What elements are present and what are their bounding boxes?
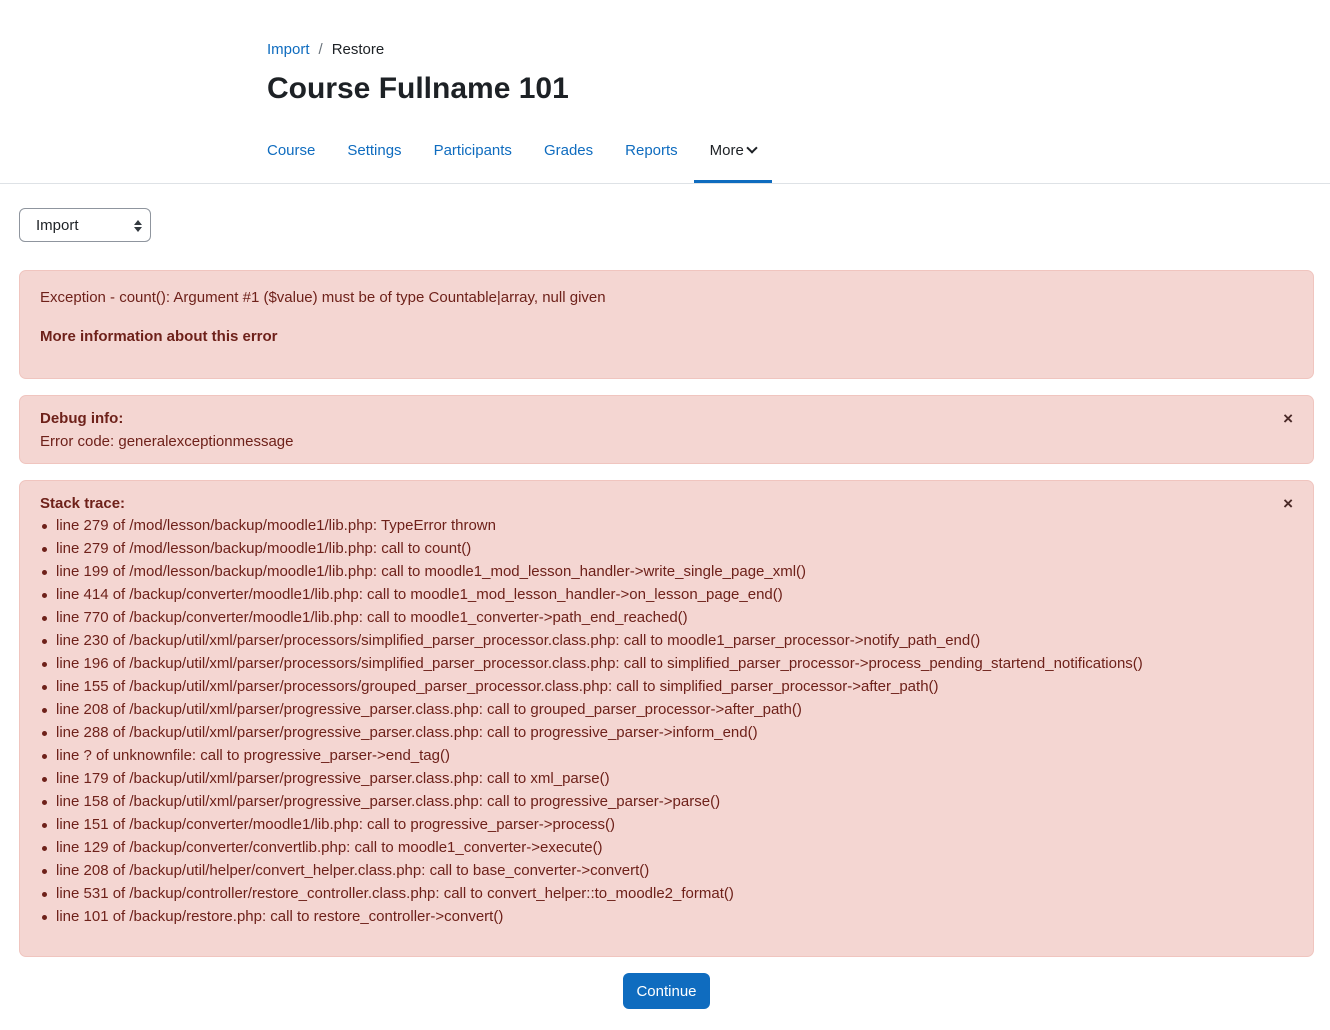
tab-grades[interactable]: Grades bbox=[528, 120, 609, 183]
bullet-icon bbox=[42, 754, 47, 759]
debug-info-alert: Debug info: Error code: generalexception… bbox=[19, 395, 1314, 464]
stack-trace-text: line 208 of /backup/util/xml/parser/prog… bbox=[56, 701, 802, 718]
stack-trace-line: line 208 of /backup/util/helper/convert_… bbox=[40, 861, 1143, 884]
close-icon[interactable]: × bbox=[1283, 495, 1293, 512]
backup-action-select[interactable]: Import bbox=[19, 208, 151, 242]
secondary-navigation: Course Settings Participants Grades Repo… bbox=[251, 120, 772, 183]
stack-trace-line: line 199 of /mod/lesson/backup/moodle1/l… bbox=[40, 562, 1143, 585]
bullet-icon bbox=[42, 547, 47, 552]
stack-trace-text: line 531 of /backup/controller/restore_c… bbox=[56, 885, 734, 902]
tab-label: Course bbox=[267, 141, 316, 159]
stack-trace-text: line 199 of /mod/lesson/backup/moodle1/l… bbox=[56, 563, 807, 580]
stack-trace-text: line ? of unknownfile: call to progressi… bbox=[56, 747, 450, 764]
bullet-icon bbox=[42, 823, 47, 828]
stack-trace-text: line 208 of /backup/util/helper/convert_… bbox=[56, 862, 650, 879]
breadcrumb-link-import[interactable]: Import bbox=[267, 41, 310, 58]
stack-trace-text: line 414 of /backup/converter/moodle1/li… bbox=[56, 586, 783, 603]
bullet-icon bbox=[42, 570, 47, 575]
tab-more[interactable]: More bbox=[693, 120, 772, 183]
tab-participants[interactable]: Participants bbox=[418, 120, 528, 183]
stack-trace-text: line 155 of /backup/util/xml/parser/proc… bbox=[56, 678, 939, 695]
stack-trace-line: line 179 of /backup/util/xml/parser/prog… bbox=[40, 769, 1143, 792]
stack-trace-line: line 151 of /backup/converter/moodle1/li… bbox=[40, 815, 1143, 838]
tab-label: Reports bbox=[625, 141, 678, 159]
breadcrumb-current-restore: Restore bbox=[331, 41, 385, 58]
stack-trace-text: line 288 of /backup/util/xml/parser/prog… bbox=[56, 724, 758, 741]
debug-error-code: Error code: generalexceptionmessage bbox=[40, 433, 294, 450]
close-icon[interactable]: × bbox=[1283, 410, 1293, 427]
bullet-icon bbox=[42, 708, 47, 713]
stack-trace-text: line 129 of /backup/converter/convertlib… bbox=[56, 839, 603, 856]
stack-trace-text: line 230 of /backup/util/xml/parser/proc… bbox=[56, 632, 981, 649]
page-header: Import / Restore Course Fullname 101 Cou… bbox=[0, 0, 1330, 184]
bullet-icon bbox=[42, 731, 47, 736]
bullet-icon bbox=[42, 869, 47, 874]
bullet-icon bbox=[42, 662, 47, 667]
bullet-icon bbox=[42, 846, 47, 851]
stack-trace-line: line 279 of /mod/lesson/backup/moodle1/l… bbox=[40, 539, 1143, 562]
bullet-icon bbox=[42, 616, 47, 621]
tab-settings[interactable]: Settings bbox=[331, 120, 417, 183]
stack-trace-line: line 279 of /mod/lesson/backup/moodle1/l… bbox=[40, 516, 1143, 539]
error-message: Exception - count(): Argument #1 ($value… bbox=[40, 289, 606, 306]
tab-label: More bbox=[709, 141, 744, 159]
bullet-icon bbox=[42, 639, 47, 644]
stack-trace-line: line 230 of /backup/util/xml/parser/proc… bbox=[40, 631, 1143, 654]
error-alert: Exception - count(): Argument #1 ($value… bbox=[19, 270, 1314, 379]
bullet-icon bbox=[42, 593, 47, 598]
stack-trace-text: line 279 of /mod/lesson/backup/moodle1/l… bbox=[56, 540, 472, 557]
stack-trace-text: line 196 of /backup/util/xml/parser/proc… bbox=[56, 655, 1143, 672]
bullet-icon bbox=[42, 524, 47, 529]
stack-trace-line: line 158 of /backup/util/xml/parser/prog… bbox=[40, 792, 1143, 815]
page-title: Course Fullname 101 bbox=[267, 72, 569, 105]
stack-trace-text: line 770 of /backup/converter/moodle1/li… bbox=[56, 609, 688, 626]
stack-trace-text: line 101 of /backup/restore.php: call to… bbox=[56, 908, 504, 925]
stack-trace-list: line 279 of /mod/lesson/backup/moodle1/l… bbox=[40, 516, 1143, 930]
stack-trace-heading: Stack trace: bbox=[40, 495, 126, 512]
stack-trace-text: line 158 of /backup/util/xml/parser/prog… bbox=[56, 793, 721, 810]
stack-trace-text: line 151 of /backup/converter/moodle1/li… bbox=[56, 816, 616, 833]
tab-label: Grades bbox=[543, 141, 594, 159]
bullet-icon bbox=[42, 685, 47, 690]
stack-trace-line: line ? of unknownfile: call to progressi… bbox=[40, 746, 1143, 769]
tab-label: Participants bbox=[433, 141, 512, 159]
stack-trace-line: line 101 of /backup/restore.php: call to… bbox=[40, 907, 1143, 930]
chevron-down-icon bbox=[746, 142, 758, 154]
stack-trace-line: line 129 of /backup/converter/convertlib… bbox=[40, 838, 1143, 861]
stack-trace-line: line 288 of /backup/util/xml/parser/prog… bbox=[40, 723, 1143, 746]
bullet-icon bbox=[42, 915, 47, 920]
breadcrumb: Import / Restore bbox=[267, 41, 384, 58]
stack-trace-text: line 279 of /mod/lesson/backup/moodle1/l… bbox=[56, 517, 496, 534]
bullet-icon bbox=[42, 777, 47, 782]
stack-trace-text: line 179 of /backup/util/xml/parser/prog… bbox=[56, 770, 610, 787]
tab-reports[interactable]: Reports bbox=[609, 120, 694, 183]
select-value: Import bbox=[36, 216, 79, 234]
stack-trace-line: line 155 of /backup/util/xml/parser/proc… bbox=[40, 677, 1143, 700]
tab-label: Settings bbox=[347, 141, 402, 159]
continue-button[interactable]: Continue bbox=[623, 973, 710, 1009]
stack-trace-line: line 196 of /backup/util/xml/parser/proc… bbox=[40, 654, 1143, 677]
bullet-icon bbox=[42, 892, 47, 897]
stack-trace-line: line 770 of /backup/converter/moodle1/li… bbox=[40, 608, 1143, 631]
stack-trace-line: line 414 of /backup/converter/moodle1/li… bbox=[40, 585, 1143, 608]
stack-trace-alert: Stack trace: × line 279 of /mod/lesson/b… bbox=[19, 480, 1314, 957]
debug-heading: Debug info: bbox=[40, 410, 124, 427]
bullet-icon bbox=[42, 800, 47, 805]
more-info-link[interactable]: More information about this error bbox=[40, 328, 278, 345]
tab-course[interactable]: Course bbox=[251, 120, 331, 183]
stack-trace-line: line 208 of /backup/util/xml/parser/prog… bbox=[40, 700, 1143, 723]
breadcrumb-separator: / bbox=[318, 41, 323, 58]
stack-trace-line: line 531 of /backup/controller/restore_c… bbox=[40, 884, 1143, 907]
